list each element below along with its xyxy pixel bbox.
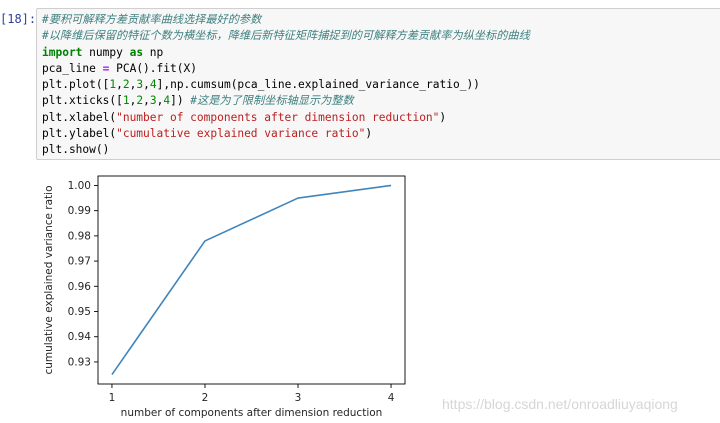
y-tick-label: 0.97 [68,256,91,268]
plot-frame [97,175,406,385]
code-token: , [143,78,150,92]
code-token: plt.xticks([ [42,94,123,108]
y-tick-label: 1.00 [68,180,91,192]
x-axis-label: number of components after dimension red… [121,407,383,419]
code-token: ],np.cumsum(pca_line.explained_variance_… [156,78,480,92]
code-token: plt.show() [42,143,110,157]
code-token: np [143,45,164,59]
code-token: ) [365,127,373,141]
code-line: plt.ylabel("cumulative explained varianc… [42,126,720,142]
y-tick-label: 0.95 [68,306,91,318]
x-tick-label: 3 [295,392,302,404]
code-token: "cumulative explained variance ratio" [116,127,366,141]
y-tick-label: 0.93 [68,356,91,368]
cell-prompt: [18]: [0,12,37,26]
code-token: plt.plot([ [42,78,110,92]
code-token: PCA().fit(X) [109,61,197,75]
code-line: pca_line = PCA().fit(X) [42,61,720,77]
code-line: #要积可解释方差贡献率曲线选择最好的参数 [42,12,720,28]
code-token: import [42,45,83,59]
y-tick-label: 0.98 [68,230,91,242]
watermark: https://blog.csdn.net/onroadliuyaqiong [442,396,678,412]
x-tick-label: 4 [388,392,395,404]
code-token: as [129,45,144,59]
code-token: #以降维后保留的特征个数为横坐标，降维后新特征矩阵捕捉到的可解释方差贡献率为纵坐… [42,29,530,43]
code-token: 4 [149,78,157,92]
code-token: 2 [122,78,130,92]
code-line: #以降维后保留的特征个数为横坐标，降维后新特征矩阵捕捉到的可解释方差贡献率为纵坐… [42,28,720,44]
y-tick-label: 0.96 [68,281,92,293]
code-token: #这是为了限制坐标轴显示为整数 [190,94,354,108]
code-token: , [143,94,150,108]
code-token: 1 [122,94,130,108]
code-line: plt.xticks([1,2,3,4]) #这是为了限制坐标轴显示为整数 [42,93,720,109]
code-line: plt.show() [42,142,720,158]
code-line: plt.plot([1,2,3,4],np.cumsum(pca_line.ex… [42,77,720,93]
y-tick-label: 0.94 [68,331,92,343]
code-token: 3 [149,94,157,108]
code-token: pca_line [42,61,103,75]
y-tick-label: 0.99 [68,205,91,217]
code-token: #要积可解释方差贡献率曲线选择最好的参数 [42,13,262,26]
code-line: plt.xlabel("number of components after d… [42,110,720,126]
code-token: , [116,78,123,92]
code-token: "number of components after dimension re… [116,110,440,124]
y-axis-label: cumulative explained variance ratio [43,186,55,375]
code-token: ]) [170,94,191,108]
code-token: numpy [82,45,130,59]
cell-output: 0.93 0.94 0.95 0.96 0.97 0.98 0.99 1.00 1 2 3 4 numb… [40,172,460,422]
code-cell[interactable]: #要积可解释方差贡献率曲线选择最好的参数 #以降维后保留的特征个数为横坐标，降维后… [36,8,720,160]
code-token: ) [439,110,447,124]
code-line: import numpy as np [42,45,720,61]
code-token: plt.xlabel( [42,110,117,124]
line-chart: 0.93 0.94 0.95 0.96 0.97 0.98 0.99 1.00 1 2 3 4 numb… [43,175,406,419]
x-tick-label: 2 [202,392,209,404]
code-token: plt.ylabel( [42,127,117,141]
x-tick-label: 1 [109,392,116,404]
